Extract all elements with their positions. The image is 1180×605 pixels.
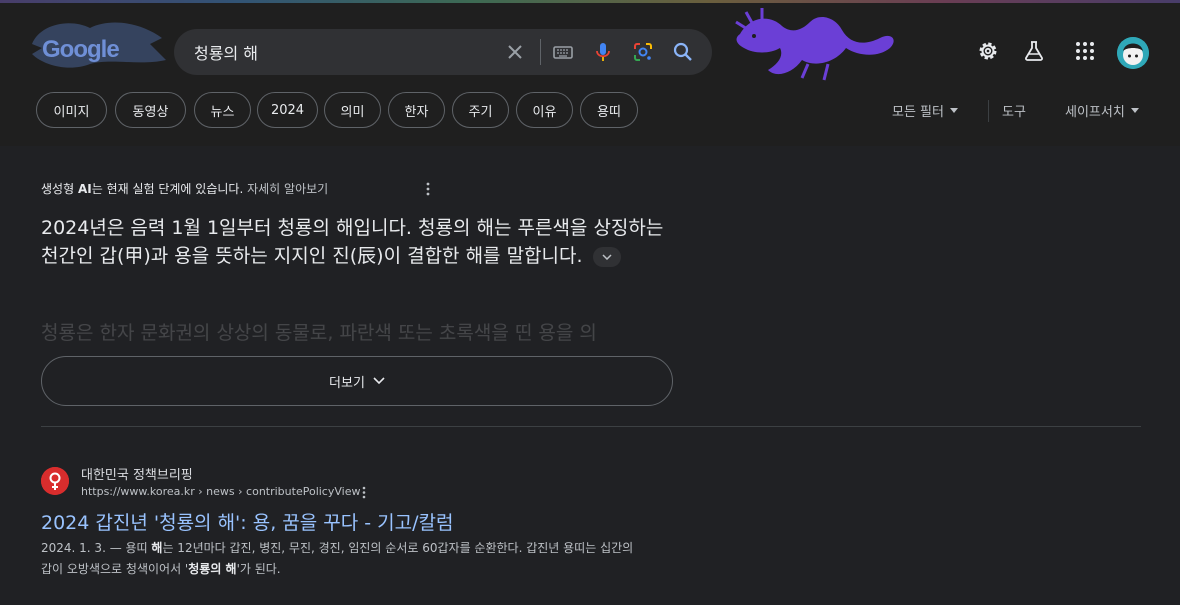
site-favicon[interactable] <box>41 467 69 495</box>
ai-head-prefix: 생성형 <box>41 182 78 196</box>
chip-dragon-year[interactable]: 용띠 <box>580 92 638 128</box>
search-divider <box>540 39 541 65</box>
search-icon[interactable] <box>671 40 695 64</box>
ai-head-suffix: 는 현재 실험 단계에 있습니다. <box>91 182 244 196</box>
logo-text: Google <box>42 36 120 63</box>
chip-news[interactable]: 뉴스 <box>194 92 251 128</box>
show-more-button[interactable]: 더보기 <box>41 356 673 406</box>
tools-divider <box>988 100 989 122</box>
korea-gov-logo-icon <box>41 467 69 495</box>
avatar[interactable] <box>1117 37 1149 69</box>
google-doodle-logo[interactable]: Google <box>30 14 170 74</box>
chip-meaning[interactable]: 의미 <box>324 92 381 128</box>
ai-overview-sentence: 2024년은 음력 1월 1일부터 청룡의 해입니다. 청룡의 해는 푸른색을 … <box>41 217 664 267</box>
chip-images[interactable]: 이미지 <box>36 92 107 128</box>
learn-more-link[interactable]: 자세히 알아보기 <box>247 182 328 196</box>
ai-overview-faded-text: 청룡은 한자 문화권의 상상의 동물로, 파란색 또는 초록색을 띤 용을 의 <box>41 322 597 344</box>
gear-icon[interactable] <box>976 39 1000 63</box>
results-area: 생성형 AI는 현재 실험 단계에 있습니다. 자세히 알아보기 2024년은 … <box>0 146 1180 605</box>
chevron-down-icon <box>602 253 612 260</box>
result-snippet: 2024. 1. 3. — 용띠 해는 12년마다 갑진, 병진, 무진, 경진… <box>41 538 641 580</box>
more-options-icon[interactable] <box>362 486 366 499</box>
section-divider <box>41 426 1141 427</box>
all-filters-label: 모든 필터 <box>892 105 944 120</box>
ai-overview-header: 생성형 AI는 현재 실험 단계에 있습니다. 자세히 알아보기 <box>41 180 328 197</box>
search-input[interactable] <box>194 40 494 64</box>
top-accent-strip <box>0 0 1180 3</box>
safesearch-button[interactable]: 세이프서치 <box>1065 101 1139 120</box>
avatar-face-icon <box>1117 37 1149 69</box>
ai-overview-text: 2024년은 음력 1월 1일부터 청룡의 해입니다. 청룡의 해는 푸른색을 … <box>41 214 681 270</box>
labs-flask-icon[interactable] <box>1022 39 1046 63</box>
tools-button[interactable]: 도구 <box>1002 101 1026 120</box>
snippet-bold-1: 해 <box>151 541 163 555</box>
lens-icon[interactable] <box>631 40 655 64</box>
all-filters-button[interactable]: 모든 필터 <box>892 101 958 120</box>
mic-icon[interactable] <box>591 40 615 64</box>
safesearch-label: 세이프서치 <box>1065 105 1125 120</box>
tools-label: 도구 <box>1002 105 1026 120</box>
snippet-part-3: '가 된다. <box>236 562 281 576</box>
snippet-date: 2024. 1. 3. — 용띠 <box>41 541 152 555</box>
snippet-bold-2: 청룡의 해 <box>188 562 237 576</box>
chevron-down-icon <box>373 377 385 385</box>
expand-chip[interactable] <box>592 246 621 267</box>
top-bar: Google <box>0 0 1180 92</box>
close-icon[interactable] <box>503 40 527 64</box>
chip-2024[interactable]: 2024 <box>257 92 318 128</box>
chip-videos[interactable]: 동영상 <box>115 92 186 128</box>
apps-grid-icon[interactable] <box>1073 39 1097 63</box>
chip-cycle[interactable]: 주기 <box>452 92 509 128</box>
search-box[interactable] <box>174 29 712 75</box>
site-url[interactable]: https://www.korea.kr › news › contribute… <box>81 485 360 498</box>
ai-head-bold: AI <box>77 182 92 196</box>
chip-hanja[interactable]: 한자 <box>388 92 445 128</box>
chevron-down-icon <box>949 108 958 113</box>
site-name[interactable]: 대한민국 정책브리핑 <box>81 464 193 483</box>
dragon-doodle-icon <box>735 8 894 81</box>
more-options-icon[interactable] <box>426 182 430 196</box>
result-title-link[interactable]: 2024 갑진년 '청룡의 해': 용, 꿈을 꾸다 - 기고/칼럼 <box>41 508 454 535</box>
show-more-label: 더보기 <box>329 375 365 391</box>
keyboard-icon[interactable] <box>551 40 575 64</box>
chip-reason[interactable]: 이유 <box>516 92 573 128</box>
chevron-down-icon <box>1130 108 1139 113</box>
